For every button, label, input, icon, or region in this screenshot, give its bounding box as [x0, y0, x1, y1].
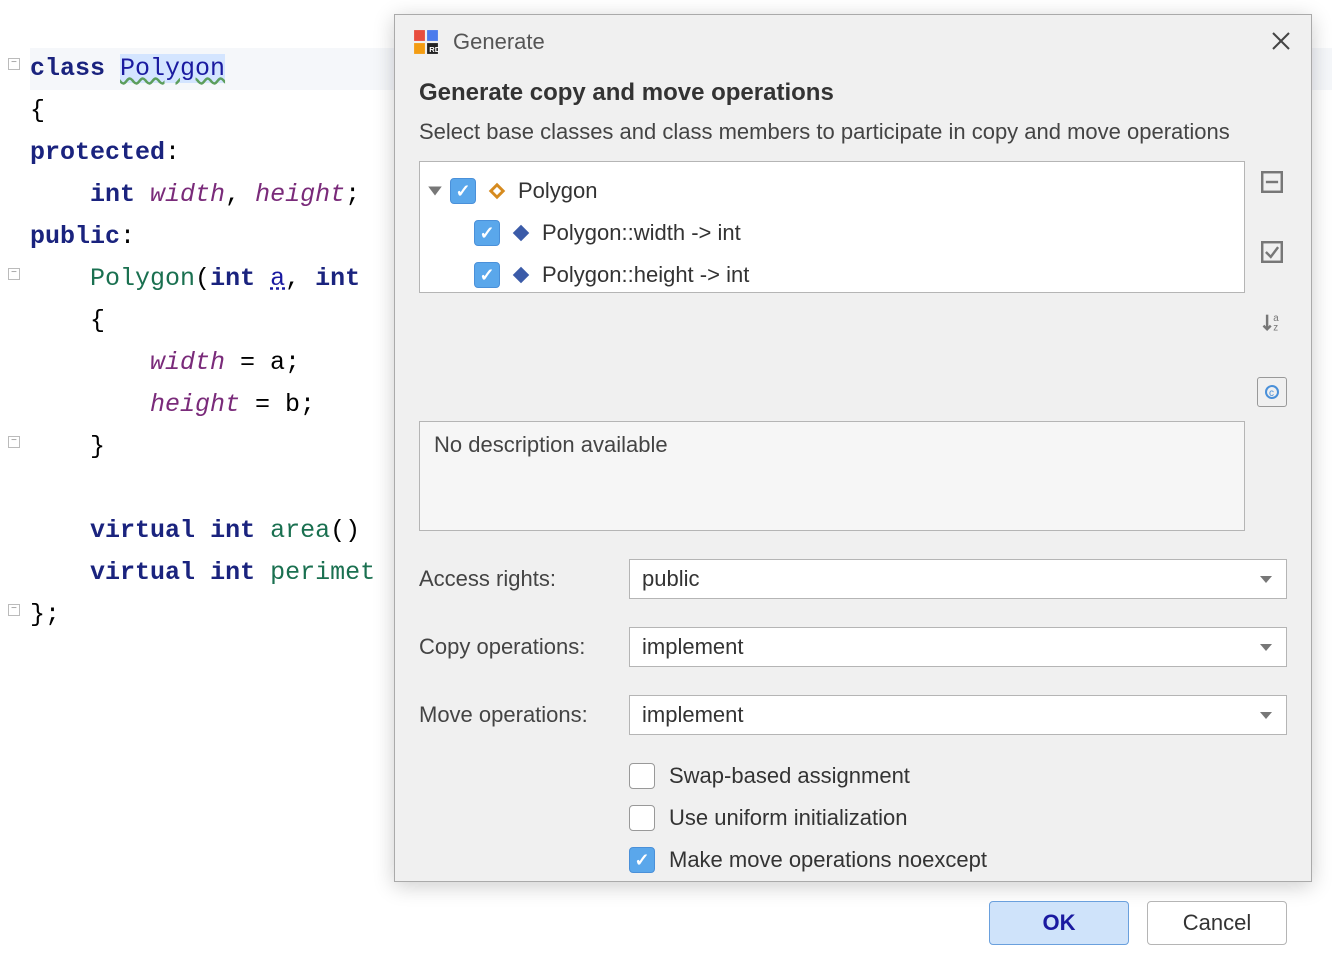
- filter-icon[interactable]: c: [1257, 377, 1287, 407]
- tree-label: Polygon::height -> int: [542, 262, 749, 288]
- chevron-down-icon[interactable]: [426, 182, 444, 200]
- uniform-checkbox-row[interactable]: Use uniform initialization: [629, 805, 1287, 831]
- swap-checkbox-row[interactable]: Swap-based assignment: [629, 763, 1287, 789]
- tree-label: Polygon: [518, 178, 598, 204]
- cancel-button[interactable]: Cancel: [1147, 901, 1287, 945]
- noexcept-checkbox-row[interactable]: ✓ Make move operations noexcept: [629, 847, 1287, 873]
- move-operations-select[interactable]: implement: [629, 695, 1287, 735]
- move-operations-label: Move operations:: [419, 702, 629, 728]
- copy-operations-select[interactable]: implement: [629, 627, 1287, 667]
- chevron-down-icon: [1258, 571, 1274, 587]
- svg-text:z: z: [1273, 323, 1278, 333]
- checkbox-label: Make move operations noexcept: [669, 847, 987, 873]
- checkbox-unchecked[interactable]: [629, 805, 655, 831]
- fold-icon[interactable]: −: [8, 268, 20, 280]
- tree-member[interactable]: ✓ Polygon::width -> int: [426, 212, 1238, 254]
- fold-icon[interactable]: −: [8, 436, 20, 448]
- fold-icon[interactable]: −: [8, 58, 20, 70]
- dialog-description: Select base classes and class members to…: [419, 119, 1287, 145]
- field-icon: [510, 264, 532, 286]
- checkbox-checked[interactable]: ✓: [450, 178, 476, 204]
- class-icon: [486, 180, 508, 202]
- copy-operations-label: Copy operations:: [419, 634, 629, 660]
- tree-label: Polygon::width -> int: [542, 220, 741, 246]
- checkbox-label: Swap-based assignment: [669, 763, 910, 789]
- fold-icon[interactable]: −: [8, 604, 20, 616]
- tree-member[interactable]: ✓ Polygon::height -> int: [426, 254, 1238, 293]
- select-all-icon[interactable]: [1257, 237, 1287, 267]
- ok-button[interactable]: OK: [989, 901, 1129, 945]
- checkbox-checked[interactable]: ✓: [474, 262, 500, 288]
- checkbox-unchecked[interactable]: [629, 763, 655, 789]
- sort-icon[interactable]: az: [1257, 307, 1287, 337]
- member-tree[interactable]: ✓ Polygon ✓ Polygon::width -> int ✓ Poly…: [419, 161, 1245, 293]
- tree-root[interactable]: ✓ Polygon: [426, 170, 1238, 212]
- access-rights-select[interactable]: public: [629, 559, 1287, 599]
- checkbox-checked[interactable]: ✓: [629, 847, 655, 873]
- description-panel: No description available: [419, 421, 1245, 531]
- dialog-title: Generate: [453, 29, 545, 55]
- tree-side-toolbar: az c: [1257, 161, 1287, 407]
- collapse-all-icon[interactable]: [1257, 167, 1287, 197]
- rider-logo-icon: RD: [413, 29, 439, 55]
- dialog-heading: Generate copy and move operations: [419, 79, 1287, 107]
- access-rights-label: Access rights:: [419, 566, 629, 592]
- checkbox-label: Use uniform initialization: [669, 805, 907, 831]
- svg-text:RD: RD: [429, 45, 439, 54]
- dialog-header: RD Generate: [395, 15, 1311, 69]
- checkbox-checked[interactable]: ✓: [474, 220, 500, 246]
- chevron-down-icon: [1258, 707, 1274, 723]
- editor-gutter: − − − −: [0, 0, 24, 896]
- close-icon[interactable]: [1269, 29, 1293, 53]
- generate-dialog: RD Generate Generate copy and move opera…: [394, 14, 1312, 882]
- field-icon: [510, 222, 532, 244]
- chevron-down-icon: [1258, 639, 1274, 655]
- svg-text:c: c: [1269, 388, 1274, 399]
